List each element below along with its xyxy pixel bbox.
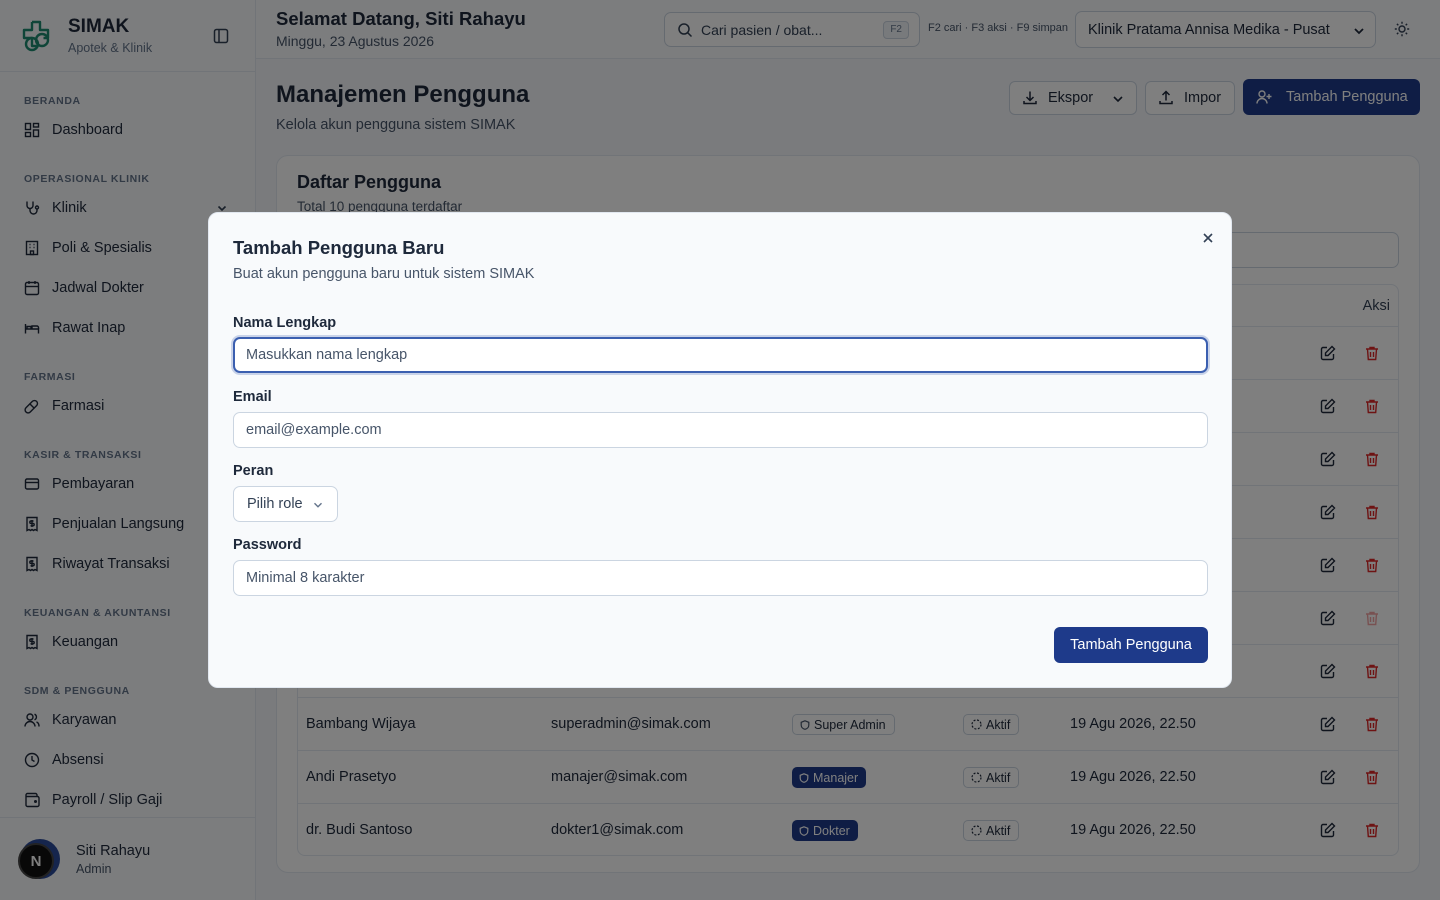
dialog-title: Tambah Pengguna Baru <box>233 237 445 258</box>
password-label: Password <box>233 537 302 553</box>
email-field[interactable] <box>233 412 1208 448</box>
role-select-value: Pilih role <box>247 496 303 512</box>
chevron-down-icon <box>314 502 322 508</box>
dialog-description: Buat akun pengguna baru untuk sistem SIM… <box>233 266 535 282</box>
add-user-dialog: Tambah Pengguna Baru Buat akun pengguna … <box>208 212 1232 688</box>
role-select[interactable]: Pilih role <box>233 486 338 522</box>
close-icon[interactable] <box>1200 230 1216 246</box>
password-field[interactable] <box>233 560 1208 596</box>
role-label: Peran <box>233 463 274 479</box>
name-label: Nama Lengkap <box>233 315 337 331</box>
full-name-input[interactable] <box>233 337 1208 373</box>
email-label: Email <box>233 389 272 405</box>
submit-add-user-button[interactable]: Tambah Pengguna <box>1054 627 1208 663</box>
